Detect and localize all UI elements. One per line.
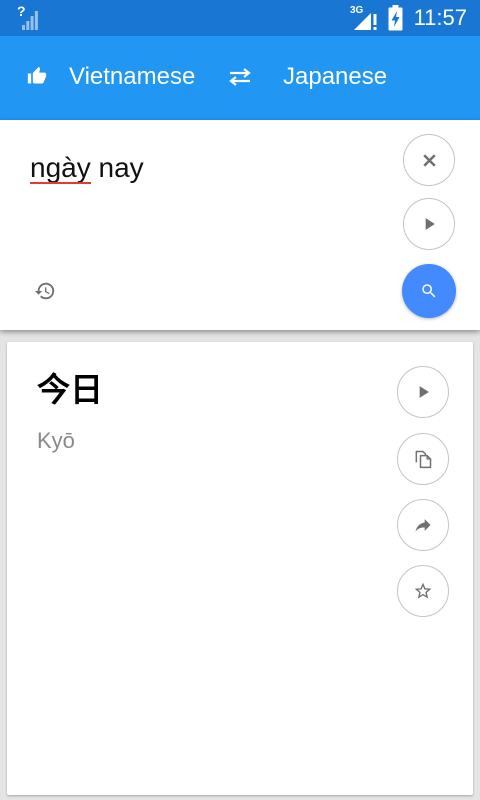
translation-text: 今日 (37, 370, 103, 409)
speak-input-button[interactable] (403, 198, 455, 250)
share-icon (415, 519, 431, 532)
close-icon (422, 153, 436, 167)
input-word: ngày (30, 150, 91, 186)
target-language-selector[interactable]: Japanese (283, 63, 387, 91)
source-language-selector[interactable]: Vietnamese (69, 63, 195, 91)
sim-status-indicator: ? (17, 3, 26, 19)
clear-button[interactable] (403, 134, 455, 186)
copy-button[interactable] (397, 433, 449, 485)
speak-translation-button[interactable] (397, 366, 449, 418)
source-text-input[interactable]: ngày nay (30, 150, 380, 190)
star-outline-icon (414, 582, 432, 599)
clock: 11:57 (413, 5, 467, 30)
favorite-button[interactable] (397, 565, 449, 617)
play-icon (425, 218, 435, 230)
swap-languages-icon[interactable] (229, 68, 251, 86)
app-bar: Vietnamese Japanese (0, 36, 480, 120)
search-icon (422, 284, 436, 298)
thumbs-up-icon[interactable] (27, 66, 47, 86)
history-icon[interactable] (34, 280, 56, 302)
battery-charging-icon (388, 5, 403, 31)
share-button[interactable] (397, 499, 449, 551)
translate-button[interactable] (402, 264, 456, 318)
input-panel: ngày nay (0, 120, 480, 330)
play-icon (419, 386, 429, 398)
screen: ? 3G 11:57 Vietnamese Japanese ngày nay (0, 0, 480, 800)
input-word: nay (98, 152, 144, 183)
status-bar: ? 3G 11:57 (0, 0, 480, 36)
result-card: 今日 Kyō (7, 342, 473, 795)
mobile-signal-alert-icon (354, 13, 377, 30)
copy-icon (415, 450, 432, 469)
transliteration-text: Kyō (37, 428, 75, 453)
